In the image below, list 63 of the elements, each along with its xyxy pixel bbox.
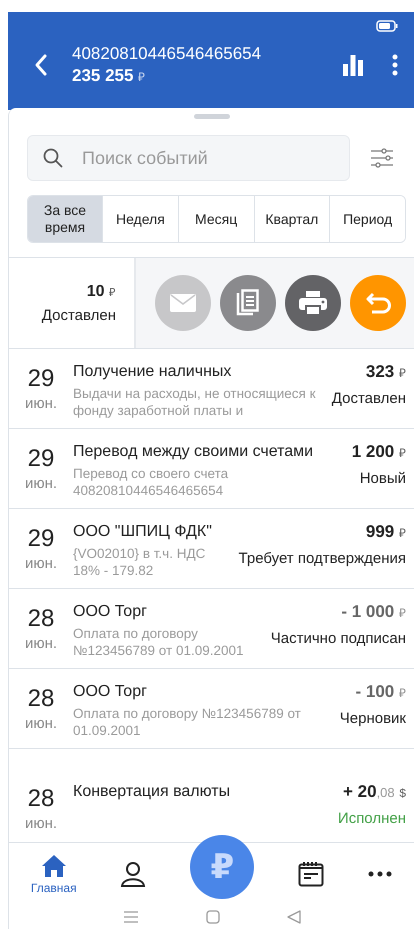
- home-tab[interactable]: Главная: [30, 854, 77, 894]
- event-title: Конвертация валюты: [73, 782, 232, 802]
- account-balance: 235 255 ₽: [72, 64, 146, 86]
- event-month: июн.: [24, 555, 58, 572]
- battery-icon: [376, 20, 398, 32]
- event-month: июн.: [24, 395, 58, 412]
- event-month: июн.: [24, 715, 58, 732]
- event-day: 29: [28, 365, 54, 393]
- event-amount: + 20,08 $: [343, 781, 406, 803]
- event-status: Доставлен: [42, 306, 116, 324]
- event-day: 28: [28, 605, 54, 633]
- account-number: 40820810446546465654: [72, 42, 262, 64]
- event-month: июн.: [24, 635, 58, 652]
- event-amount: 1 200 ₽: [352, 441, 406, 463]
- home-icon[interactable]: [206, 910, 220, 924]
- calendar-icon: [298, 861, 324, 887]
- calendar-tab[interactable]: [298, 861, 324, 887]
- period-tab[interactable]: Период: [329, 196, 405, 242]
- event-title: Получение наличных: [73, 362, 232, 382]
- event-status: Исполнен: [338, 810, 406, 827]
- event-month: июн.: [24, 475, 58, 492]
- event-day: 28: [28, 685, 54, 713]
- event-title: Перевод между своими счетами: [73, 442, 314, 462]
- drag-handle[interactable]: [194, 114, 230, 119]
- event-title: ООО "ШПИЦ ФДК": [73, 522, 213, 542]
- event-status: Доставлен: [332, 390, 406, 407]
- return-arrow-icon: [365, 291, 391, 315]
- event-details: Перевод со своего счета 40820810446546465654: [73, 465, 230, 499]
- event-status: Требует подтверждения: [238, 550, 406, 567]
- menu-icon[interactable]: [122, 910, 138, 924]
- event-details: Оплата по договору №123456789 от 01.09.2001: [73, 625, 245, 659]
- event-title: ООО Торг: [73, 682, 148, 702]
- event-amount: - 100 ₽: [356, 681, 406, 703]
- house-icon: [40, 854, 67, 878]
- event-status: Новый: [360, 470, 406, 487]
- person-icon: [120, 861, 146, 887]
- event-status: Частично подписан: [270, 630, 406, 647]
- event-amount: 10 ₽: [86, 282, 116, 300]
- period-tab[interactable]: За все время: [28, 196, 102, 242]
- event-day: 28: [28, 785, 54, 813]
- event-day: 29: [28, 445, 54, 473]
- printer-icon: [298, 290, 328, 316]
- event-month: июн.: [24, 815, 58, 832]
- event-amount: - 1 000 ₽: [341, 601, 406, 623]
- event-amount: 999 ₽: [366, 521, 406, 543]
- event-details: {VO02010} в т.ч. НДС 18% - 179.82: [73, 545, 206, 579]
- event-amount: 323 ₽: [366, 361, 406, 383]
- search-icon: [43, 148, 63, 168]
- back-icon[interactable]: [286, 910, 300, 924]
- event-day: 29: [28, 525, 54, 553]
- search-field[interactable]: Поиск событий: [27, 135, 350, 181]
- more-tab[interactable]: [368, 871, 392, 877]
- more-icon[interactable]: [392, 54, 398, 76]
- event-status: Черновик: [340, 710, 406, 727]
- bar-chart-icon[interactable]: [342, 54, 364, 76]
- envelope-icon: [169, 293, 197, 313]
- event-details: Выдачи на расходы, не относящиеся к фонду заработной платы и: [73, 385, 316, 419]
- event-title: ООО Торг: [73, 602, 148, 622]
- event-details: Оплата по договору №123456789 от 01.09.2001: [73, 705, 302, 739]
- profile-tab[interactable]: [120, 861, 146, 887]
- more-icon: [368, 871, 392, 877]
- copy-icon: [236, 289, 260, 317]
- filter-icon[interactable]: [370, 148, 394, 168]
